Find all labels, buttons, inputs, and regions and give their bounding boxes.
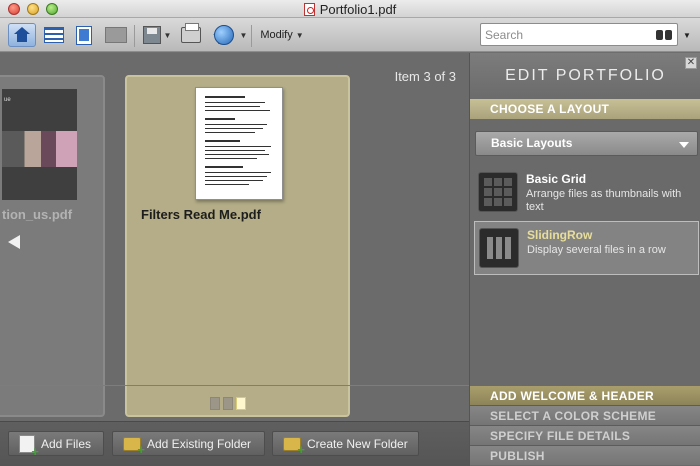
text-line [205, 106, 260, 107]
pdf-file-icon [303, 3, 315, 16]
add-folder-icon [123, 436, 145, 456]
layout-option-name: SlidingRow [527, 228, 593, 242]
add-existing-folder-label: Add Existing Folder [147, 436, 252, 451]
text-line [205, 132, 255, 133]
floppy-disk-icon [142, 26, 161, 44]
section-choose-layout[interactable]: CHOOSE A LAYOUT [470, 99, 700, 119]
toolbar-separator [251, 25, 252, 47]
search-options-icon[interactable]: ▼ [683, 31, 691, 40]
text-line [205, 140, 240, 142]
thumbnail-photo-strip [2, 131, 77, 167]
toolbar: ▼ ▼ Modify ▼ ▼ [0, 18, 700, 52]
page-dot-active[interactable] [236, 397, 246, 410]
add-files-button[interactable]: Add Files [8, 431, 104, 458]
toolbar-separator [134, 25, 135, 47]
save-button[interactable]: ▼ [140, 23, 174, 47]
add-file-icon [19, 434, 39, 458]
share-button[interactable]: ▼ [236, 23, 248, 47]
text-line [205, 166, 243, 168]
close-icon[interactable]: ✕ [685, 57, 697, 69]
edit-portfolio-panel: EDIT PORTFOLIO ✕ CHOOSE A LAYOUT Basic L… [469, 53, 700, 466]
file-card-current[interactable]: Filters Read Me.pdf [125, 75, 350, 417]
home-button[interactable] [8, 23, 36, 47]
document-thumbnail [195, 87, 283, 200]
card-view-button[interactable] [103, 23, 129, 47]
globe-button[interactable] [212, 23, 236, 47]
layout-category-select[interactable]: Basic Layouts [475, 131, 698, 156]
text-line [205, 110, 270, 111]
modify-menu-button[interactable]: Modify ▼ [256, 23, 308, 47]
chevron-down-icon: ▼ [239, 30, 248, 40]
text-line [205, 158, 257, 159]
search-box [480, 23, 678, 46]
text-line [205, 146, 271, 147]
create-new-folder-button[interactable]: Create New Folder [272, 431, 419, 456]
chevron-down-icon: ▼ [295, 30, 304, 40]
page-view-button[interactable] [72, 23, 96, 47]
layout-option-name: Basic Grid [526, 172, 587, 186]
text-line [205, 118, 235, 120]
text-line [205, 128, 263, 129]
text-line [205, 124, 267, 125]
layout-option-sliding-row[interactable]: SlidingRow Display several files in a ro… [474, 221, 699, 275]
binoculars-icon[interactable] [656, 28, 672, 41]
file-name: tion_us.pdf [2, 207, 73, 222]
section-publish[interactable]: PUBLISH [470, 445, 700, 465]
add-files-label: Add Files [41, 436, 92, 451]
bottom-toolbar: Add Files Add Existing Folder Create New… [0, 421, 469, 466]
panel-title: EDIT PORTFOLIO [505, 67, 666, 84]
text-line [205, 102, 265, 103]
layout-category-value: Basic Layouts [491, 136, 573, 150]
item-count: Item 3 of 3 [394, 69, 456, 84]
portfolio-canvas: Item 3 of 3 ue tion_us.pdf Filters Read … [0, 53, 469, 466]
sliding-row-layout-icon [479, 228, 519, 268]
page-indicator [210, 397, 246, 410]
page-icon [76, 25, 92, 45]
add-existing-folder-button[interactable]: Add Existing Folder [112, 431, 265, 456]
file-card-previous[interactable]: ue tion_us.pdf [0, 75, 105, 417]
home-icon [13, 27, 31, 43]
section-specify-file-details[interactable]: SPECIFY FILE DETAILS [470, 425, 700, 445]
list-icon [44, 27, 64, 43]
title-bar: Portfolio1.pdf [0, 0, 700, 18]
file-name: Filters Read Me.pdf [141, 207, 261, 222]
section-select-color-scheme[interactable]: SELECT A COLOR SCHEME [470, 405, 700, 425]
text-line [205, 184, 249, 185]
grid-layout-icon [478, 172, 518, 212]
new-folder-icon [283, 436, 305, 456]
divider [0, 385, 469, 386]
text-line [205, 96, 245, 98]
window-title-text: Portfolio1.pdf [319, 2, 397, 17]
thumbnail-logo: ue [4, 97, 11, 103]
layout-option-basic-grid[interactable]: Basic Grid Arrange files as thumbnails w… [474, 166, 699, 220]
globe-icon [214, 25, 234, 45]
card-icon [105, 27, 127, 43]
previous-arrow-icon[interactable] [8, 235, 20, 249]
chevron-down-icon [679, 142, 689, 148]
panel-header: EDIT PORTFOLIO ✕ [470, 53, 700, 99]
page-dot[interactable] [210, 397, 220, 410]
text-line [205, 150, 265, 151]
window-title: Portfolio1.pdf [0, 2, 700, 17]
page-dot[interactable] [223, 397, 233, 410]
file-thumbnail: ue [2, 89, 77, 200]
chevron-down-icon: ▼ [163, 30, 172, 40]
text-line [205, 180, 263, 181]
search-input[interactable] [485, 27, 645, 43]
list-view-button[interactable] [42, 23, 66, 47]
print-button[interactable] [178, 23, 204, 47]
layout-option-description: Display several files in a row [527, 244, 666, 256]
modify-label: Modify [260, 29, 293, 41]
create-new-folder-label: Create New Folder [307, 436, 408, 451]
text-line [205, 154, 269, 155]
layout-option-description: Arrange files as thumbnails with text [526, 188, 682, 213]
text-line [205, 176, 267, 177]
printer-icon [181, 23, 201, 43]
section-add-welcome-header[interactable]: ADD WELCOME & HEADER [470, 386, 700, 406]
text-line [205, 172, 271, 173]
